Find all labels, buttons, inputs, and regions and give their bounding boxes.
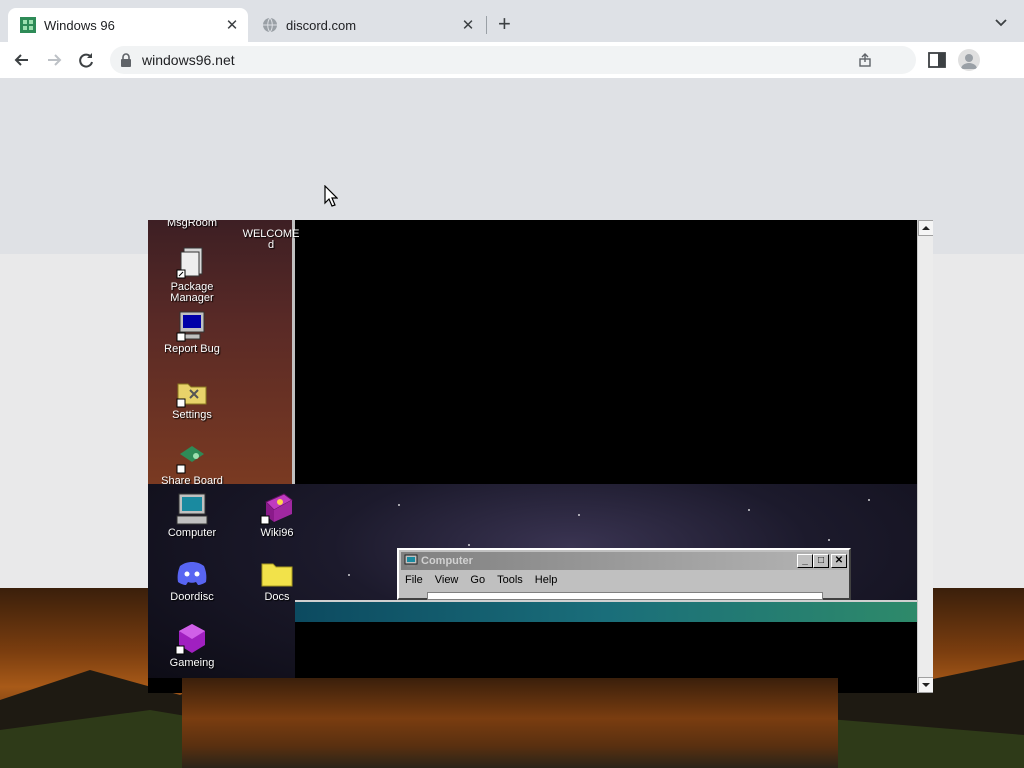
tab-close-icon[interactable]: ✕ [458,16,478,34]
maximize-button[interactable]: □ [813,554,829,568]
desktop-icon-gameing[interactable]: Gameing [150,622,234,669]
scroll-down-button[interactable] [918,677,933,693]
mouse-cursor-icon [324,185,338,207]
side-panel-icon[interactable] [928,52,946,68]
window-menubar: File View Go Tools Help [405,574,557,586]
emulator-canvas[interactable]: MsgRoom WELCOME d Package Manager Report… [148,220,933,693]
icon-label: Wiki96 [260,527,294,539]
scroll-up-button[interactable] [918,220,933,236]
profile-avatar[interactable] [958,49,980,71]
vertical-scrollbar[interactable] [917,220,933,693]
icon-label: Package Manager [170,281,214,304]
desktop-icon-settings[interactable]: Settings [150,376,234,421]
desktop-icon-msgroom[interactable]: MsgRoom [150,220,234,229]
desktop-icon-doordisc[interactable]: Doordisc [150,558,234,603]
person-icon [961,54,977,69]
tab-discord[interactable]: discord.com ✕ [250,8,484,42]
desktop-icon-computer[interactable]: Computer [150,492,234,539]
icon-label: WELCOME d [242,228,300,251]
tab-separator [486,16,487,34]
url-text[interactable]: windows96.net [142,52,235,68]
window-address-field[interactable] [427,592,823,600]
landscape-strip [182,678,838,768]
monitor-bug-icon [176,311,205,342]
address-bar[interactable]: windows96.net [110,46,916,74]
close-button[interactable]: ✕ [831,554,847,568]
icon-label: Gameing [169,657,215,669]
desktop-icon-share-board[interactable]: Share Board [150,444,234,487]
taskbar-strip [295,600,917,622]
black-region [295,220,917,484]
discord-icon [177,562,207,585]
tab-windows96[interactable]: Windows 96 ✕ [8,8,248,42]
tab-close-icon[interactable]: ✕ [222,16,242,34]
share-icon[interactable] [858,53,872,67]
window-titlebar[interactable]: Computer _ □ ✕ [401,552,847,570]
tab-strip: Windows 96 ✕ discord.com ✕ + [0,0,1024,42]
share-board-icon [176,446,204,474]
reload-icon[interactable] [76,50,96,70]
windows96-favicon-icon [20,17,36,33]
triangle-down-icon [922,683,930,687]
tab-title: discord.com [286,17,357,33]
desktop-icon-package-manager[interactable]: Package Manager [150,246,234,304]
icon-label: Doordisc [170,591,214,603]
tab-title: Windows 96 [44,17,115,33]
folder-icon [261,563,293,587]
desktop-icon-wiki96[interactable]: Wiki96 [235,492,319,539]
computer-icon [176,493,208,525]
icon-label: Report Bug [164,343,220,355]
icon-label: Computer [167,527,217,539]
menu-tools[interactable]: Tools [497,574,523,586]
computer-small-icon [404,554,418,567]
new-tab-button[interactable]: + [498,13,511,35]
globe-icon [263,17,277,33]
back-arrow-icon[interactable] [12,50,32,70]
menu-view[interactable]: View [435,574,459,586]
wiki-book-icon [260,493,293,525]
desktop-icon-report-bug[interactable]: Report Bug [150,310,234,355]
browser-toolbar: windows96.net [0,42,1024,78]
settings-folder-icon [176,383,207,408]
icon-label: Settings [172,409,212,421]
chevron-down-icon[interactable] [994,16,1008,30]
minimize-button[interactable]: _ [797,554,813,568]
forward-arrow-icon[interactable] [44,50,64,70]
menu-file[interactable]: File [405,574,423,586]
window-title: Computer [421,555,473,567]
triangle-up-icon [922,226,930,230]
lock-icon[interactable] [120,53,132,67]
icon-label: MsgRoom [166,220,218,229]
game-cube-icon [175,624,205,655]
desktop-icon-docs[interactable]: Docs [235,558,319,603]
package-icon [176,247,203,279]
menu-go[interactable]: Go [470,574,485,586]
icon-label: Docs [264,591,290,603]
desktop-icon-welcome[interactable]: WELCOME d [236,220,306,251]
computer-window[interactable]: Computer _ □ ✕ File View Go Tools Help [397,548,851,600]
menu-help[interactable]: Help [535,574,558,586]
